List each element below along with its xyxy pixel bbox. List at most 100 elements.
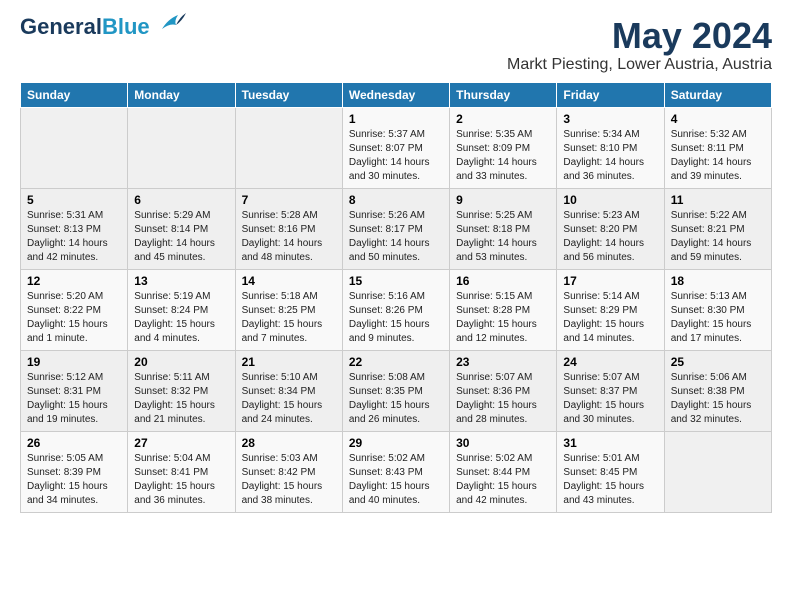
day-number: 4 — [671, 112, 765, 126]
day-info: Sunrise: 5:23 AM Sunset: 8:20 PM Dayligh… — [563, 209, 657, 265]
calendar-cell: 24 Sunrise: 5:07 AM Sunset: 8:37 PM Dayli… — [557, 350, 664, 431]
calendar-cell: 23 Sunrise: 5:07 AM Sunset: 8:36 PM Dayli… — [450, 350, 557, 431]
calendar-cell: 25 Sunrise: 5:06 AM Sunset: 8:38 PM Dayli… — [664, 350, 771, 431]
day-info: Sunrise: 5:03 AM Sunset: 8:42 PM Dayligh… — [242, 452, 336, 508]
week-row-4: 19 Sunrise: 5:12 AM Sunset: 8:31 PM Dayli… — [21, 350, 772, 431]
day-info: Sunrise: 5:16 AM Sunset: 8:26 PM Dayligh… — [349, 290, 443, 346]
calendar-cell: 11 Sunrise: 5:22 AM Sunset: 8:21 PM Dayli… — [664, 188, 771, 269]
logo-text: GeneralBlue — [20, 16, 150, 38]
day-info: Sunrise: 5:04 AM Sunset: 8:41 PM Dayligh… — [134, 452, 228, 508]
day-number: 11 — [671, 193, 765, 207]
week-row-5: 26Sunrise: 5:05 AM Sunset: 8:39 PM Dayli… — [21, 431, 772, 512]
calendar-cell: 7 Sunrise: 5:28 AM Sunset: 8:16 PM Daylig… — [235, 188, 342, 269]
day-number: 20 — [134, 355, 228, 369]
day-number: 2 — [456, 112, 550, 126]
day-number: 28 — [242, 436, 336, 450]
day-number: 22 — [349, 355, 443, 369]
calendar-cell: 10 Sunrise: 5:23 AM Sunset: 8:20 PM Dayli… — [557, 188, 664, 269]
calendar-cell: 29 Sunrise: 5:02 AM Sunset: 8:43 PM Dayli… — [342, 431, 449, 512]
calendar-cell — [664, 431, 771, 512]
day-header-saturday: Saturday — [664, 82, 771, 107]
calendar-table: SundayMondayTuesdayWednesdayThursdayFrid… — [20, 82, 772, 513]
calendar-cell: 31 Sunrise: 5:01 AM Sunset: 8:45 PM Dayli… — [557, 431, 664, 512]
logo-bird-icon — [154, 11, 186, 35]
day-info: Sunrise: 5:25 AM Sunset: 8:18 PM Dayligh… — [456, 209, 550, 265]
week-row-3: 12 Sunrise: 5:20 AM Sunset: 8:22 PM Dayli… — [21, 269, 772, 350]
calendar-cell: 16 Sunrise: 5:15 AM Sunset: 8:28 PM Dayli… — [450, 269, 557, 350]
calendar-cell: 6 Sunrise: 5:29 AM Sunset: 8:14 PM Daylig… — [128, 188, 235, 269]
day-number: 27 — [134, 436, 228, 450]
day-info: Sunrise: 5:07 AM Sunset: 8:36 PM Dayligh… — [456, 371, 550, 427]
calendar-cell: 17Sunrise: 5:14 AM Sunset: 8:29 PM Dayli… — [557, 269, 664, 350]
day-number: 14 — [242, 274, 336, 288]
day-header-wednesday: Wednesday — [342, 82, 449, 107]
day-number: 26 — [27, 436, 121, 450]
day-number: 7 — [242, 193, 336, 207]
calendar-cell: 27 Sunrise: 5:04 AM Sunset: 8:41 PM Dayli… — [128, 431, 235, 512]
week-row-1: 1Sunrise: 5:37 AM Sunset: 8:07 PM Daylig… — [21, 107, 772, 188]
calendar-cell: 8Sunrise: 5:26 AM Sunset: 8:17 PM Daylig… — [342, 188, 449, 269]
calendar-cell: 1Sunrise: 5:37 AM Sunset: 8:07 PM Daylig… — [342, 107, 449, 188]
calendar-cell: 14 Sunrise: 5:18 AM Sunset: 8:25 PM Dayli… — [235, 269, 342, 350]
day-header-sunday: Sunday — [21, 82, 128, 107]
day-number: 29 — [349, 436, 443, 450]
day-info: Sunrise: 5:08 AM Sunset: 8:35 PM Dayligh… — [349, 371, 443, 427]
day-number: 25 — [671, 355, 765, 369]
day-info: Sunrise: 5:22 AM Sunset: 8:21 PM Dayligh… — [671, 209, 765, 265]
day-number: 23 — [456, 355, 550, 369]
day-header-friday: Friday — [557, 82, 664, 107]
calendar-cell: 30Sunrise: 5:02 AM Sunset: 8:44 PM Dayli… — [450, 431, 557, 512]
day-info: Sunrise: 5:18 AM Sunset: 8:25 PM Dayligh… — [242, 290, 336, 346]
day-info: Sunrise: 5:06 AM Sunset: 8:38 PM Dayligh… — [671, 371, 765, 427]
location-subtitle: Markt Piesting, Lower Austria, Austria — [507, 56, 772, 74]
day-number: 18 — [671, 274, 765, 288]
day-info: Sunrise: 5:20 AM Sunset: 8:22 PM Dayligh… — [27, 290, 121, 346]
calendar-cell: 26Sunrise: 5:05 AM Sunset: 8:39 PM Dayli… — [21, 431, 128, 512]
day-info: Sunrise: 5:15 AM Sunset: 8:28 PM Dayligh… — [456, 290, 550, 346]
day-info: Sunrise: 5:07 AM Sunset: 8:37 PM Dayligh… — [563, 371, 657, 427]
calendar-cell — [235, 107, 342, 188]
day-number: 31 — [563, 436, 657, 450]
day-info: Sunrise: 5:31 AM Sunset: 8:13 PM Dayligh… — [27, 209, 121, 265]
logo: GeneralBlue — [20, 16, 186, 38]
day-info: Sunrise: 5:02 AM Sunset: 8:44 PM Dayligh… — [456, 452, 550, 508]
day-number: 1 — [349, 112, 443, 126]
day-number: 15 — [349, 274, 443, 288]
day-number: 12 — [27, 274, 121, 288]
page-header: GeneralBlue May 2024 Markt Piesting, Low… — [20, 16, 772, 74]
day-info: Sunrise: 5:29 AM Sunset: 8:14 PM Dayligh… — [134, 209, 228, 265]
day-info: Sunrise: 5:12 AM Sunset: 8:31 PM Dayligh… — [27, 371, 121, 427]
month-year-title: May 2024 — [507, 16, 772, 56]
calendar-cell: 18Sunrise: 5:13 AM Sunset: 8:30 PM Dayli… — [664, 269, 771, 350]
day-info: Sunrise: 5:34 AM Sunset: 8:10 PM Dayligh… — [563, 128, 657, 184]
calendar-cell — [128, 107, 235, 188]
day-number: 19 — [27, 355, 121, 369]
week-row-2: 5 Sunrise: 5:31 AM Sunset: 8:13 PM Daylig… — [21, 188, 772, 269]
calendar-cell: 5 Sunrise: 5:31 AM Sunset: 8:13 PM Daylig… — [21, 188, 128, 269]
calendar-cell: 21Sunrise: 5:10 AM Sunset: 8:34 PM Dayli… — [235, 350, 342, 431]
calendar-cell: 2Sunrise: 5:35 AM Sunset: 8:09 PM Daylig… — [450, 107, 557, 188]
calendar-cell: 3 Sunrise: 5:34 AM Sunset: 8:10 PM Daylig… — [557, 107, 664, 188]
day-number: 21 — [242, 355, 336, 369]
calendar-cell — [21, 107, 128, 188]
calendar-header: SundayMondayTuesdayWednesdayThursdayFrid… — [21, 82, 772, 107]
calendar-cell: 4Sunrise: 5:32 AM Sunset: 8:11 PM Daylig… — [664, 107, 771, 188]
day-info: Sunrise: 5:02 AM Sunset: 8:43 PM Dayligh… — [349, 452, 443, 508]
day-info: Sunrise: 5:11 AM Sunset: 8:32 PM Dayligh… — [134, 371, 228, 427]
day-number: 6 — [134, 193, 228, 207]
day-header-monday: Monday — [128, 82, 235, 107]
header-row: SundayMondayTuesdayWednesdayThursdayFrid… — [21, 82, 772, 107]
day-number: 5 — [27, 193, 121, 207]
calendar-cell: 15 Sunrise: 5:16 AM Sunset: 8:26 PM Dayli… — [342, 269, 449, 350]
day-number: 10 — [563, 193, 657, 207]
calendar-cell: 12 Sunrise: 5:20 AM Sunset: 8:22 PM Dayli… — [21, 269, 128, 350]
day-info: Sunrise: 5:01 AM Sunset: 8:45 PM Dayligh… — [563, 452, 657, 508]
day-number: 16 — [456, 274, 550, 288]
day-header-tuesday: Tuesday — [235, 82, 342, 107]
calendar-cell: 20 Sunrise: 5:11 AM Sunset: 8:32 PM Dayli… — [128, 350, 235, 431]
day-number: 3 — [563, 112, 657, 126]
day-info: Sunrise: 5:28 AM Sunset: 8:16 PM Dayligh… — [242, 209, 336, 265]
day-number: 9 — [456, 193, 550, 207]
day-number: 24 — [563, 355, 657, 369]
calendar-cell: 9 Sunrise: 5:25 AM Sunset: 8:18 PM Daylig… — [450, 188, 557, 269]
